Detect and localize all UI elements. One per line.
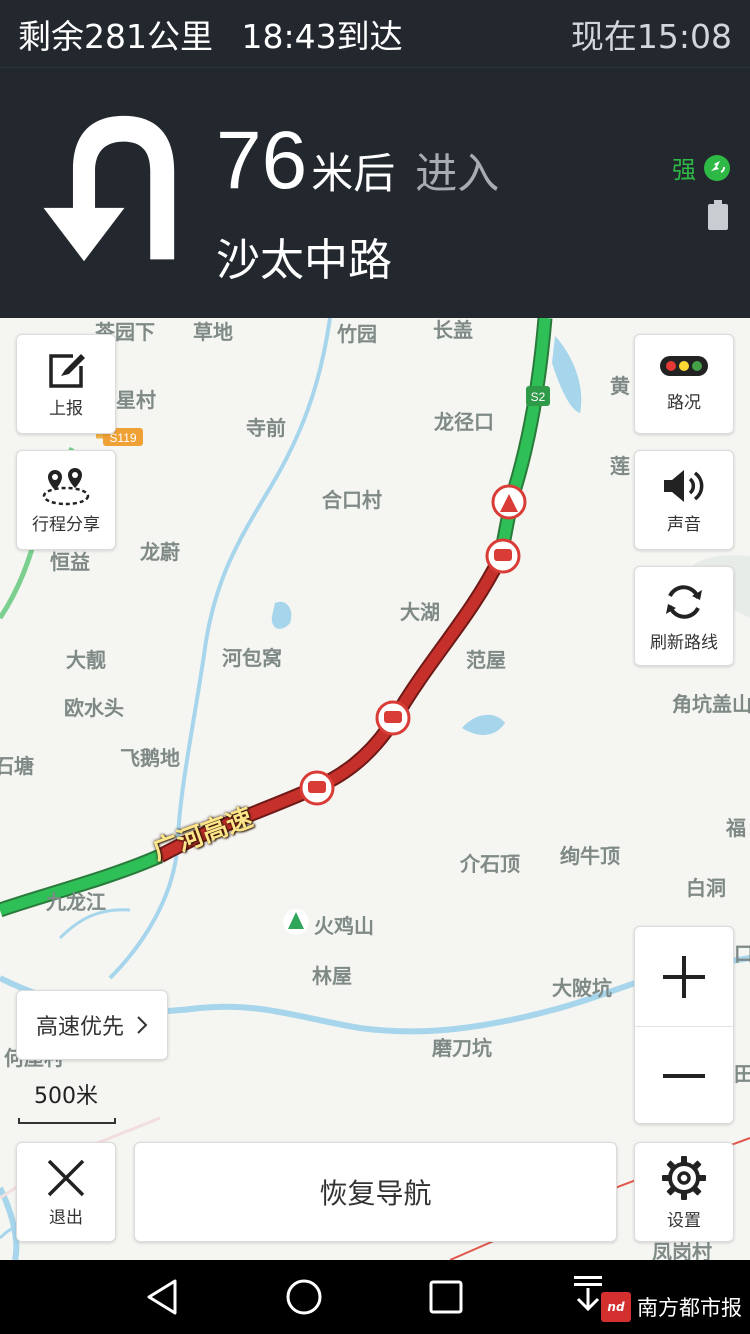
report-label: 上报 — [49, 398, 83, 419]
next-road-name: 沙太中路 — [216, 235, 392, 286]
newspaper-watermark: nd 南方都市报 — [601, 1292, 742, 1322]
sound-button[interactable]: 声音 — [634, 450, 734, 550]
resume-navigation-button[interactable]: 恢复导航 — [134, 1142, 617, 1242]
maneuver-action: 进入 — [415, 149, 500, 198]
close-icon — [47, 1159, 85, 1196]
route-smooth-north — [494, 318, 551, 560]
place-label: 竹园 — [337, 322, 377, 346]
incident-marker-accident-2[interactable] — [375, 700, 411, 736]
back-icon[interactable] — [145, 1278, 181, 1316]
route-preference-label: 高速优先 — [35, 1015, 124, 1040]
gps-signal-icon — [704, 154, 730, 181]
trip-summary: 剩余281公里 18:43到达 — [18, 10, 403, 58]
pond-2 — [462, 714, 505, 735]
gear-icon — [662, 1155, 706, 1200]
settings-button[interactable]: 设置 — [634, 1142, 734, 1242]
zoom-in-button[interactable] — [635, 927, 733, 1026]
sound-label: 声音 — [667, 514, 701, 535]
incident-marker-accident-1[interactable] — [485, 538, 521, 574]
zoom-out-button[interactable] — [635, 1026, 733, 1125]
place-label: 草地 — [193, 320, 233, 344]
place-label: 范屋 — [466, 648, 506, 672]
current-time: 现在15:08 — [570, 16, 732, 56]
trip-status-bar: 剩余281公里 18:43到达 现在15:08 — [0, 0, 750, 68]
route-preference-button[interactable]: 高速优先 — [16, 990, 168, 1060]
newspaper-logo: nd — [601, 1292, 631, 1322]
arrival-time: 18:43到达 — [241, 16, 403, 56]
newspaper-name: 南方都市报 — [637, 1296, 742, 1320]
place-label: 河包窝 — [222, 646, 282, 670]
chevron-right-icon — [137, 1016, 148, 1034]
distance-value: 76 — [216, 115, 308, 206]
place-label: 寺前 — [246, 416, 286, 440]
traffic-light-icon — [660, 355, 708, 376]
place-label: 石塘 — [0, 754, 34, 778]
place-label: 龙蔚 — [140, 540, 180, 564]
place-label: 龙径口 — [434, 410, 494, 434]
place-label: 长盖 — [433, 318, 473, 342]
share-trip-label: 行程分享 — [32, 514, 100, 535]
place-label: 磨刀坑 — [432, 1036, 492, 1060]
traffic-toggle-button[interactable]: 路况 — [634, 334, 734, 434]
recent-apps-icon[interactable] — [428, 1278, 464, 1316]
svg-text:S2: S2 — [531, 390, 546, 404]
share-trip-button[interactable]: 行程分享 — [16, 450, 116, 550]
incident-marker-accident-3[interactable] — [299, 770, 335, 806]
place-label: 绚牛顶 — [560, 844, 620, 868]
distance-unit: 米后 — [311, 149, 396, 198]
place-label: 口 — [734, 942, 750, 966]
place-label: 火鸡山 — [314, 914, 374, 938]
pond-1 — [271, 601, 292, 629]
place-label: 合口村 — [322, 488, 382, 512]
refresh-route-label: 刷新路线 — [650, 632, 718, 653]
signal-strength-label: 强 — [672, 156, 696, 184]
place-label: 黄 — [610, 374, 630, 398]
reservoir-1 — [552, 336, 582, 413]
place-label: 莲 — [610, 454, 630, 478]
home-icon[interactable] — [285, 1278, 323, 1316]
place-label: 星村 — [116, 388, 156, 412]
river-line — [108, 318, 332, 980]
exit-button[interactable]: 退出 — [16, 1142, 116, 1242]
gps-signal-indicator: 强 — [672, 150, 732, 185]
exit-label: 退出 — [49, 1207, 83, 1228]
map-scale-label: 500米 — [34, 1084, 98, 1109]
mountain-icon — [283, 909, 309, 935]
place-label: 白洞 — [686, 876, 726, 900]
settings-label: 设置 — [667, 1210, 701, 1231]
report-button[interactable]: 上报 — [16, 334, 116, 434]
zoom-control — [634, 926, 734, 1124]
place-label: 大靓 — [66, 648, 106, 672]
maneuver-distance: 76 米后 进入 — [216, 120, 499, 202]
map-scale-bar — [18, 1118, 116, 1124]
place-label: 介石顶 — [460, 852, 520, 876]
battery-icon — [708, 200, 728, 230]
remaining-distance: 剩余281公里 — [18, 16, 213, 56]
traffic-label: 路况 — [667, 392, 701, 413]
turn-guidance-panel: 76 米后 进入 沙太中路 强 — [0, 68, 750, 318]
place-label: 九龙江 — [46, 890, 106, 914]
place-label: 田 — [734, 1062, 750, 1086]
place-label: 恒益 — [50, 550, 90, 574]
place-label: 角坑盖山 — [672, 692, 750, 716]
edit-icon — [49, 353, 85, 388]
speaker-icon — [664, 469, 704, 502]
refresh-route-button[interactable]: 刷新路线 — [634, 566, 734, 666]
svg-text:S119: S119 — [109, 431, 136, 445]
place-label: 福 — [726, 816, 746, 840]
u-turn-icon — [43, 115, 175, 262]
place-label: 大陂坑 — [552, 976, 612, 1000]
place-label: 欧水头 — [64, 696, 124, 720]
road-badge-s2: S2 — [526, 386, 550, 406]
place-label: 大湖 — [400, 600, 440, 624]
place-label: 飞鹅地 — [120, 746, 180, 770]
incident-marker-roadwork[interactable] — [491, 484, 527, 520]
share-trip-icon — [42, 467, 90, 505]
minus-icon — [663, 1074, 705, 1078]
place-label: 林屋 — [312, 964, 352, 988]
plus-icon — [663, 955, 705, 998]
refresh-icon — [666, 584, 702, 619]
